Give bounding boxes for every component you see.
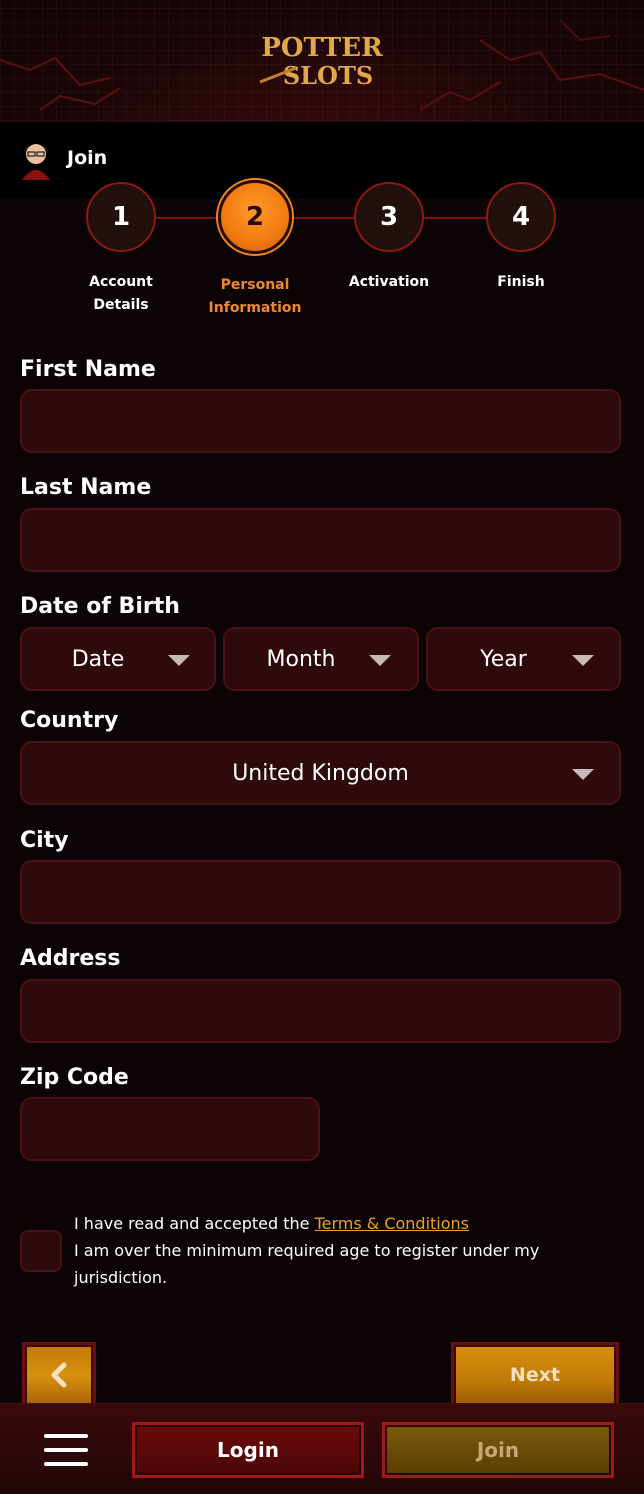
- chevron-down-icon: [369, 655, 391, 666]
- address-input[interactable]: [20, 979, 621, 1043]
- dob-month-select[interactable]: Month: [223, 627, 419, 691]
- step-connector: [155, 217, 221, 219]
- dob-year-select[interactable]: Year: [426, 627, 621, 691]
- last-name-label: Last Name: [20, 475, 152, 500]
- terms-text: I have read and accepted the Terms & Con…: [74, 1214, 540, 1287]
- city-label: City: [20, 828, 69, 853]
- zip-code-input[interactable]: [20, 1097, 320, 1161]
- registration-steps: 1 2 3 4 Account Details Personal Informati…: [0, 180, 644, 328]
- join-button[interactable]: Join: [382, 1422, 614, 1478]
- dob-label: Date of Birth: [20, 594, 180, 619]
- terms-link[interactable]: Terms & Conditions: [315, 1214, 469, 1233]
- chevron-left-icon: [51, 1362, 67, 1388]
- first-name-input[interactable]: [20, 389, 621, 453]
- chevron-down-icon: [168, 655, 190, 666]
- step-connector: [290, 217, 356, 219]
- svg-text:SLOTS: SLOTS: [283, 61, 373, 90]
- svg-text:POTTER: POTTER: [261, 33, 383, 63]
- step-1-label: Account Details: [89, 274, 153, 313]
- step-4-label: Finish: [497, 274, 545, 290]
- city-input[interactable]: [20, 860, 621, 924]
- country-select[interactable]: United Kingdom: [20, 741, 621, 805]
- step-3-circle: 3: [354, 182, 424, 252]
- terms-checkbox[interactable]: [20, 1230, 62, 1272]
- country-label: Country: [20, 708, 119, 733]
- zip-code-label: Zip Code: [20, 1065, 129, 1090]
- menu-icon[interactable]: [44, 1434, 88, 1468]
- step-3-label: Activation: [348, 274, 430, 290]
- address-label: Address: [20, 946, 121, 971]
- step-1-circle: 1: [86, 182, 156, 252]
- back-button[interactable]: [22, 1342, 96, 1408]
- potter-slots-logo[interactable]: POTTER SLOTS: [256, 28, 388, 92]
- chevron-down-icon: [572, 769, 594, 780]
- join-title: Join: [67, 147, 108, 169]
- step-4-circle: 4: [486, 182, 556, 252]
- step-2-label: Personal Information: [208, 277, 302, 316]
- login-button[interactable]: Login: [132, 1422, 364, 1478]
- chevron-down-icon: [572, 655, 594, 666]
- last-name-input[interactable]: [20, 508, 621, 572]
- avatar-icon: [22, 144, 50, 180]
- step-connector: [424, 217, 488, 219]
- dob-date-select[interactable]: Date: [20, 627, 216, 691]
- next-button[interactable]: Next: [451, 1342, 619, 1408]
- first-name-label: First Name: [20, 357, 156, 382]
- step-2-circle: 2: [218, 180, 292, 254]
